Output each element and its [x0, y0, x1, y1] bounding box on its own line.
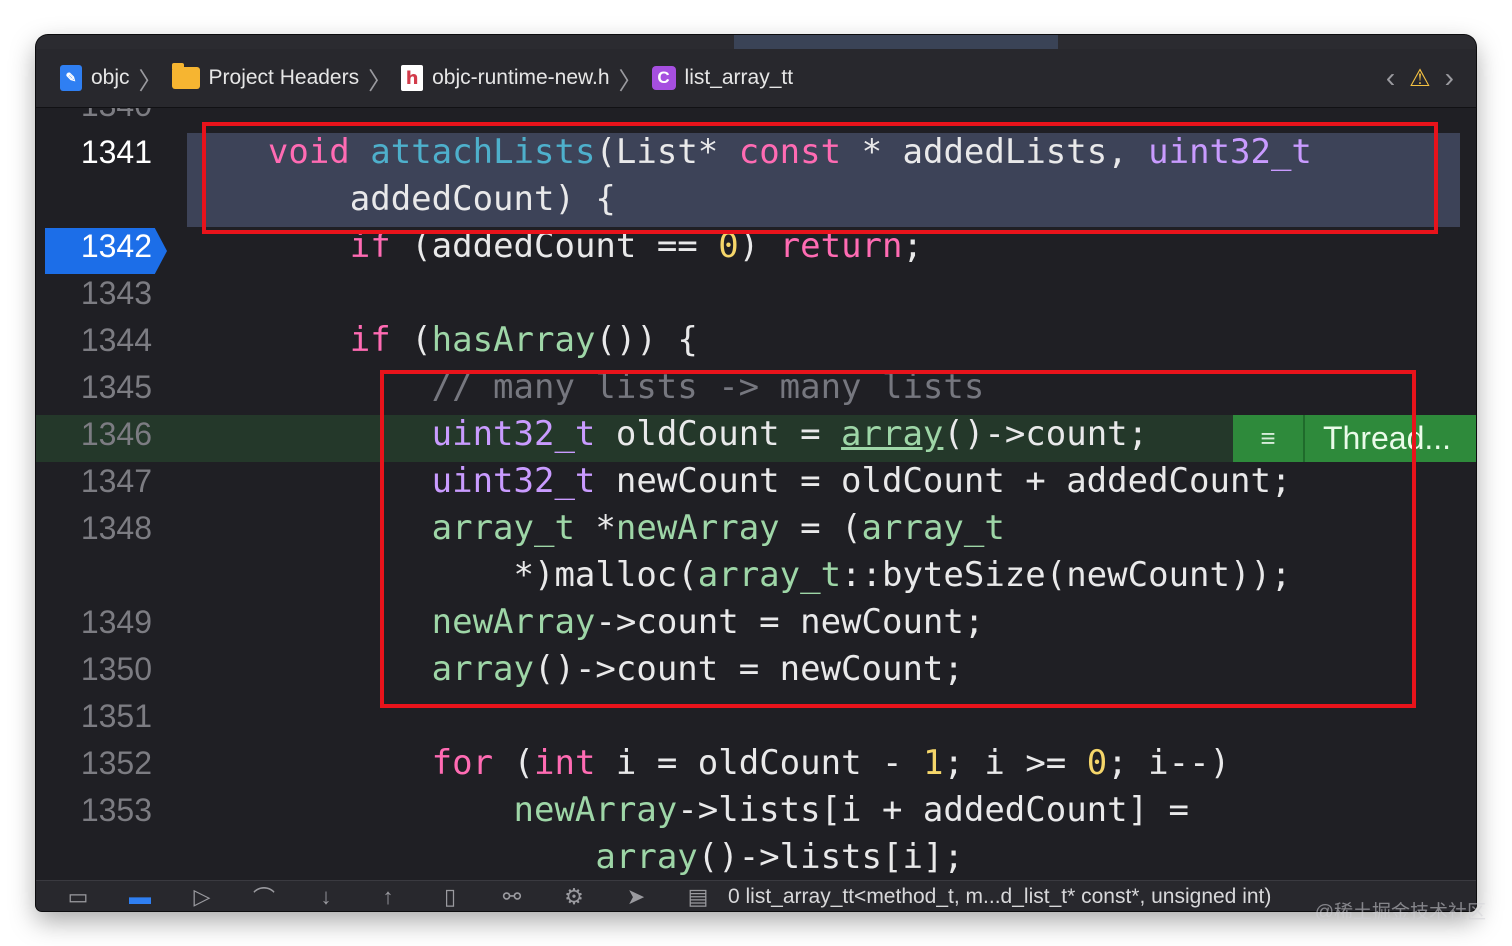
line-number[interactable]: 1347	[36, 458, 152, 505]
code-text: newArray->lists[i + addedCount] =	[513, 790, 1190, 830]
chevron-right-icon[interactable]: ›	[1445, 62, 1454, 94]
line-number[interactable]: 1346	[36, 411, 152, 458]
line-number[interactable]: 1343	[36, 270, 152, 317]
code-line[interactable]: 1343	[36, 270, 1476, 317]
line-number[interactable]: 1342	[36, 223, 152, 270]
step-over-icon[interactable]: ⌒	[244, 881, 284, 911]
breadcrumb-label: objc-runtime-new.h	[432, 66, 610, 89]
code-line[interactable]: array()->lists[i];	[36, 834, 1476, 880]
memory-graph-icon[interactable]: ⚯	[492, 884, 532, 910]
code-text: for (int i = oldCount - 1; i >= 0; i--)	[431, 743, 1231, 783]
breadcrumb-label: objc	[91, 66, 130, 89]
warning-icon[interactable]: ⚠	[1409, 64, 1431, 93]
continue-icon[interactable]: ▷	[182, 884, 222, 910]
code-text: array()->lists[i];	[595, 837, 964, 877]
breadcrumb-separator-icon: 〉	[618, 67, 643, 95]
jump-bar: ✎ objc 〉 Project Headers 〉 h objc-runtim…	[36, 49, 1476, 108]
step-into-icon[interactable]: ↓	[306, 884, 346, 910]
watermark: @稀土掘金技术社区	[1314, 902, 1486, 923]
simulate-location-icon[interactable]: ➤	[616, 884, 656, 910]
tab-strip	[36, 35, 1476, 49]
code-text: if (hasArray()) {	[349, 320, 698, 360]
breadcrumb-separator-icon: 〉	[368, 67, 393, 95]
class-icon: C	[651, 66, 676, 90]
code-line[interactable]: 1344 if (hasArray()) {	[36, 317, 1476, 364]
active-tab[interactable]	[734, 35, 1058, 49]
header-file-icon: h	[401, 65, 424, 91]
line-number[interactable]: 1341	[36, 129, 152, 176]
line-number[interactable]: 1344	[36, 317, 152, 364]
line-number[interactable]: 1351	[36, 693, 152, 740]
project-icon: ✎	[60, 65, 82, 91]
view-hierarchy-icon[interactable]: ▯	[430, 884, 470, 910]
source-editor[interactable]: 13401341 void attachLists(List* const * …	[36, 108, 1476, 880]
line-number[interactable]: 1352	[36, 740, 152, 787]
folder-icon	[171, 63, 200, 89]
breadcrumb-item-file[interactable]: h objc-runtime-new.h	[401, 65, 610, 91]
breakpoints-toggle-icon[interactable]: ▬	[120, 884, 160, 910]
breadcrumb-label: list_array_tt	[684, 66, 794, 89]
breadcrumb-item-group[interactable]: Project Headers	[171, 63, 360, 90]
code-line[interactable]: 1353 newArray->lists[i + addedCount] =	[36, 787, 1476, 834]
breadcrumb: ✎ objc 〉 Project Headers 〉 h objc-runtim…	[60, 61, 793, 96]
stack-frame-label[interactable]: 0 list_array_tt<method_t, m...d_list_t* …	[728, 885, 1271, 909]
line-number[interactable]: 1340	[36, 108, 152, 129]
xcode-window: ✎ objc 〉 Project Headers 〉 h objc-runtim…	[36, 35, 1476, 911]
debug-bar: ▭ ▬ ▷ ⌒ ↓ ↑ ▯ ⚯ ⚙ ➤ ▤ 0 list_array_tt<me…	[36, 880, 1476, 911]
breadcrumb-separator-icon: 〉	[138, 67, 163, 95]
line-number[interactable]: 1350	[36, 646, 152, 693]
breadcrumb-item-project[interactable]: ✎ objc	[60, 65, 130, 91]
hide-console-icon[interactable]: ▭	[58, 884, 98, 910]
code-line[interactable]: 1352 for (int i = oldCount - 1; i >= 0; …	[36, 740, 1476, 787]
annotation-box-signature	[202, 122, 1438, 234]
line-number[interactable]: 1348	[36, 505, 152, 552]
breadcrumb-label: Project Headers	[208, 66, 360, 89]
environment-overrides-icon[interactable]: ⚙	[554, 884, 594, 910]
line-number[interactable]: 1349	[36, 599, 152, 646]
jump-bar-controls: ‹ ⚠ ›	[1386, 49, 1454, 107]
line-number[interactable]: 1353	[36, 787, 152, 834]
stack-frame-icon[interactable]: ▤	[678, 884, 718, 910]
chevron-left-icon[interactable]: ‹	[1386, 62, 1395, 94]
line-number[interactable]: 1345	[36, 364, 152, 411]
step-out-icon[interactable]: ↑	[368, 884, 408, 910]
annotation-box-body	[380, 370, 1416, 708]
breadcrumb-item-symbol[interactable]: C list_array_tt	[651, 66, 794, 90]
